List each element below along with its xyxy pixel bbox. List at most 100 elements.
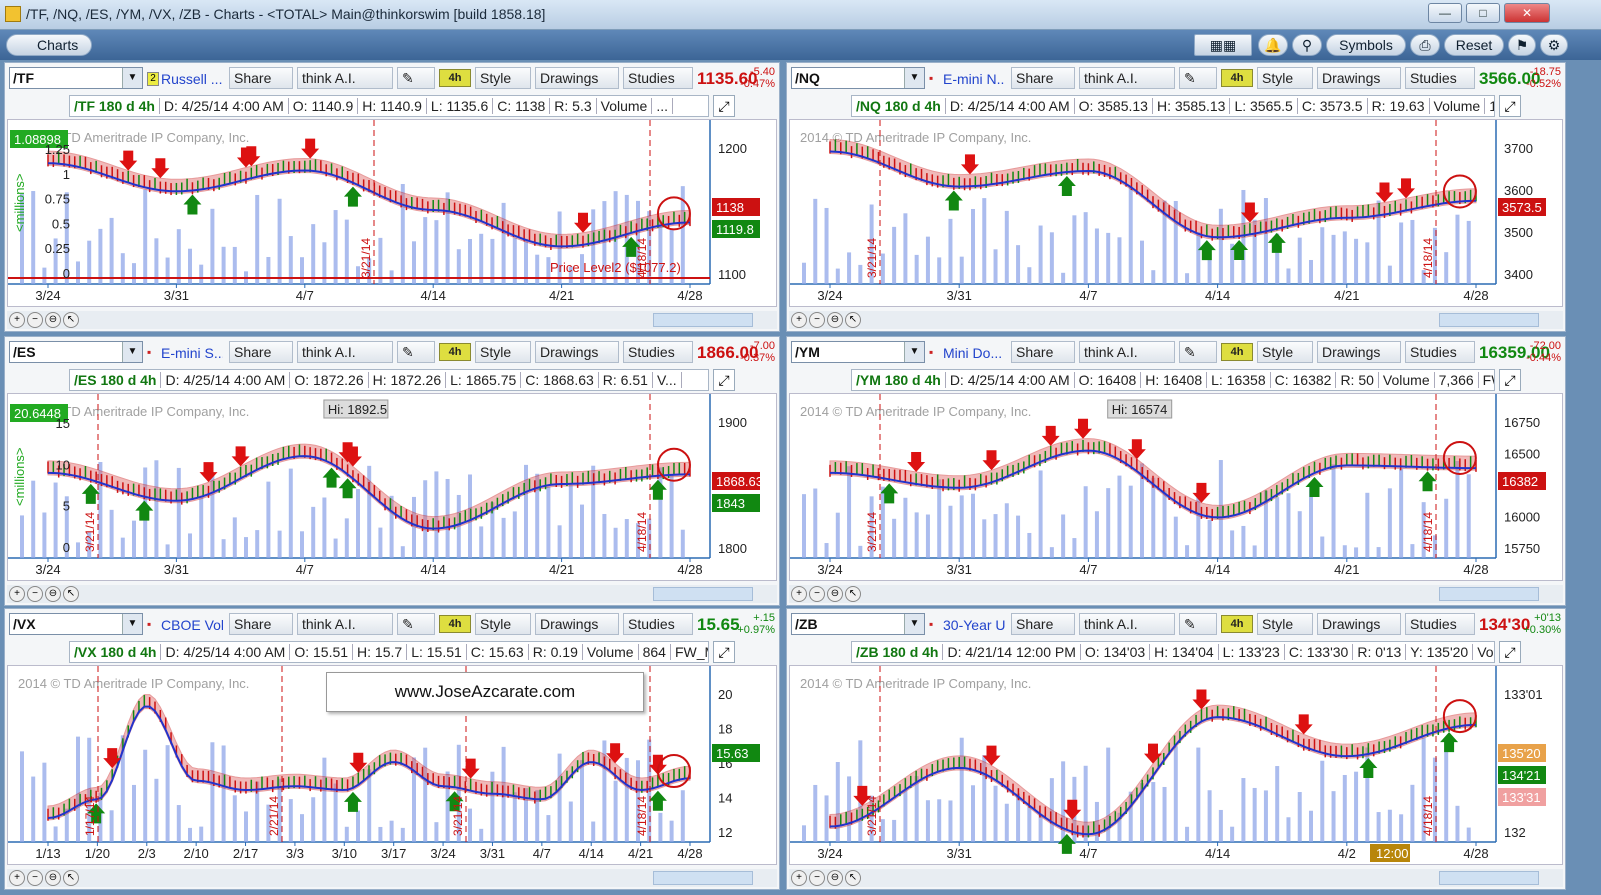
zoom-in-icon[interactable]: + <box>9 586 25 602</box>
aggregation-button[interactable]: 4h <box>439 615 471 633</box>
maximize-chart-icon[interactable]: ⤢ <box>713 95 735 117</box>
style-button[interactable]: Style <box>1257 67 1313 89</box>
tools-icon[interactable]: ✎ <box>397 613 435 635</box>
link-icon[interactable]: ▪ <box>147 345 159 359</box>
zoom-out-icon[interactable]: − <box>809 312 825 328</box>
studies-button[interactable]: Studies <box>623 67 693 89</box>
zoom-out-icon[interactable]: − <box>27 870 43 886</box>
style-button[interactable]: Style <box>1257 613 1313 635</box>
minimize-button[interactable]: — <box>1428 3 1462 23</box>
chart-scrollbar[interactable]: + − ⊖ ↖ <box>7 869 777 887</box>
scroll-thumb[interactable] <box>1439 587 1539 601</box>
chevron-down-icon[interactable]: ▼ <box>904 614 924 634</box>
symbol-input[interactable]: /VX ▼ <box>9 613 143 635</box>
scroll-thumb[interactable] <box>653 587 753 601</box>
share-button[interactable]: Share <box>229 341 293 363</box>
zoom-reset-icon[interactable]: ⊖ <box>45 312 61 328</box>
zoom-in-icon[interactable]: + <box>791 312 807 328</box>
think-ai-button[interactable]: think A.I. <box>297 613 393 635</box>
tools-icon[interactable]: ✎ <box>1179 613 1217 635</box>
aggregation-button[interactable]: 4h <box>439 343 471 361</box>
zoom-reset-icon[interactable]: ⊖ <box>45 586 61 602</box>
chevron-down-icon[interactable]: ▼ <box>904 342 924 362</box>
aggregation-button[interactable]: 4h <box>1221 615 1253 633</box>
price-plot[interactable]: 2014 © TD Ameritrade IP Company, Inc. 3/2… <box>7 119 777 307</box>
zoom-out-icon[interactable]: − <box>27 586 43 602</box>
cursor-icon[interactable]: ↖ <box>845 586 861 602</box>
tools-icon[interactable]: ✎ <box>1179 341 1217 363</box>
think-ai-button[interactable]: think A.I. <box>297 341 393 363</box>
maximize-chart-icon[interactable]: ⤢ <box>1499 95 1521 117</box>
symbol-input[interactable]: /NQ ▼ <box>791 67 925 89</box>
style-button[interactable]: Style <box>475 67 531 89</box>
symbol-description[interactable]: CBOE Vola... <box>161 617 223 633</box>
symbol-description[interactable]: Mini Do... <box>943 345 1005 361</box>
chart-scrollbar[interactable]: + − ⊖ ↖ <box>789 311 1563 329</box>
chart-scrollbar[interactable]: + − ⊖ ↖ <box>7 585 777 603</box>
share-button[interactable]: Share <box>1011 67 1075 89</box>
think-ai-button[interactable]: think A.I. <box>1079 67 1175 89</box>
chart-scrollbar[interactable]: + − ⊖ ↖ <box>789 869 1563 887</box>
zoom-reset-icon[interactable]: ⊖ <box>827 586 843 602</box>
reset-button[interactable]: Reset <box>1444 34 1504 56</box>
price-plot[interactable]: 2014 © TD Ameritrade IP Company, Inc. 3/2… <box>789 665 1563 865</box>
zoom-out-icon[interactable]: − <box>809 870 825 886</box>
tools-icon[interactable]: ✎ <box>397 341 435 363</box>
chevron-down-icon[interactable]: ▼ <box>122 342 142 362</box>
zoom-reset-icon[interactable]: ⊖ <box>45 870 61 886</box>
studies-button[interactable]: Studies <box>1405 613 1475 635</box>
symbol-description[interactable]: Russell ... <box>161 71 223 87</box>
zoom-in-icon[interactable]: + <box>791 586 807 602</box>
grid-layout-icon[interactable]: ▦▦ <box>1194 34 1252 56</box>
cursor-icon[interactable]: ↖ <box>845 870 861 886</box>
style-button[interactable]: Style <box>475 341 531 363</box>
zoom-out-icon[interactable]: − <box>27 312 43 328</box>
print-icon[interactable]: ⎙ <box>1410 34 1440 56</box>
chart-scrollbar[interactable]: + − ⊖ ↖ <box>789 585 1563 603</box>
close-button[interactable]: ✕ <box>1504 3 1550 23</box>
drawings-button[interactable]: Drawings <box>535 341 619 363</box>
scroll-thumb[interactable] <box>1439 871 1539 885</box>
studies-button[interactable]: Studies <box>1405 341 1475 363</box>
cursor-icon[interactable]: ↖ <box>63 586 79 602</box>
chevron-down-icon[interactable]: ▼ <box>904 68 924 88</box>
tools-icon[interactable]: ✎ <box>1179 67 1217 89</box>
link-icon[interactable]: ▪ <box>929 345 941 359</box>
symbol-input[interactable]: /ES ▼ <box>9 341 143 363</box>
zoom-out-icon[interactable]: − <box>809 586 825 602</box>
share-button[interactable]: Share <box>1011 613 1075 635</box>
price-plot[interactable]: 2014 © TD Ameritrade IP Company, Inc. 3/2… <box>7 393 777 581</box>
link-icon[interactable]: ▪ <box>147 617 159 631</box>
charts-tab[interactable]: Charts <box>6 34 92 56</box>
maximize-chart-icon[interactable]: ⤢ <box>1499 369 1521 391</box>
drawings-button[interactable]: Drawings <box>535 67 619 89</box>
studies-button[interactable]: Studies <box>623 341 693 363</box>
link-badge[interactable]: 2 <box>147 72 159 86</box>
share-button[interactable]: Share <box>1011 341 1075 363</box>
symbol-input[interactable]: /ZB ▼ <box>791 613 925 635</box>
link-icon[interactable]: ▪ <box>929 71 941 85</box>
drawings-button[interactable]: Drawings <box>1317 613 1401 635</box>
drawings-button[interactable]: Drawings <box>535 613 619 635</box>
link-icon[interactable]: ⚲ <box>1292 34 1322 56</box>
price-plot[interactable]: 2014 © TD Ameritrade IP Company, Inc. 3/2… <box>789 393 1563 581</box>
aggregation-button[interactable]: 4h <box>1221 343 1253 361</box>
think-ai-button[interactable]: think A.I. <box>1079 341 1175 363</box>
pin-icon[interactable]: ⚑ <box>1508 34 1536 56</box>
tools-icon[interactable]: ✎ <box>397 67 435 89</box>
share-button[interactable]: Share <box>229 67 293 89</box>
link-icon[interactable]: ▪ <box>929 617 941 631</box>
maximize-button[interactable]: □ <box>1466 3 1500 23</box>
scroll-thumb[interactable] <box>1439 313 1539 327</box>
share-button[interactable]: Share <box>229 613 293 635</box>
symbol-input[interactable]: /YM ▼ <box>791 341 925 363</box>
symbol-input[interactable]: /TF ▼ <box>9 67 143 89</box>
scroll-thumb[interactable] <box>653 871 753 885</box>
studies-button[interactable]: Studies <box>1405 67 1475 89</box>
chevron-down-icon[interactable]: ▼ <box>122 68 142 88</box>
zoom-reset-icon[interactable]: ⊖ <box>827 312 843 328</box>
style-button[interactable]: Style <box>1257 341 1313 363</box>
style-button[interactable]: Style <box>475 613 531 635</box>
think-ai-button[interactable]: think A.I. <box>1079 613 1175 635</box>
symbol-description[interactable]: 30-Year U... <box>943 617 1005 633</box>
